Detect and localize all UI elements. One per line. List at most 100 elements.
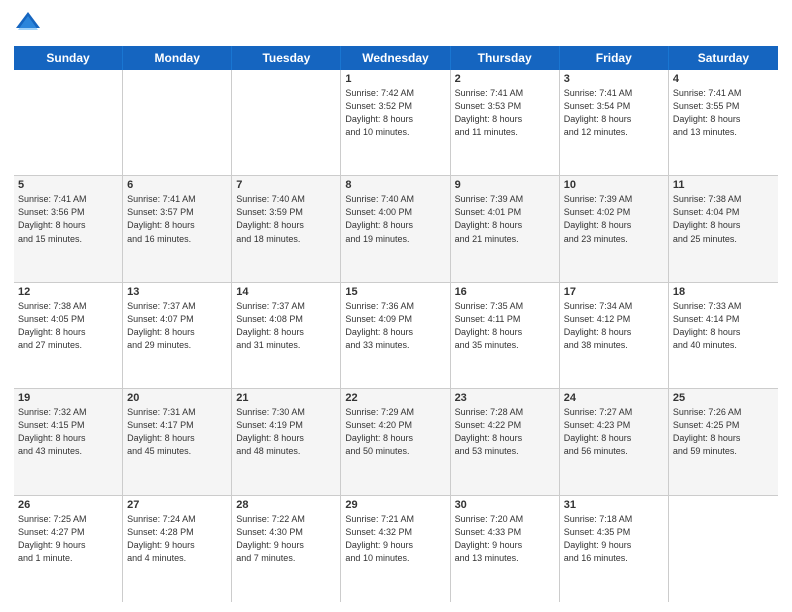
day-info: Sunrise: 7:18 AM Sunset: 4:35 PM Dayligh… [564,513,664,565]
day-info: Sunrise: 7:20 AM Sunset: 4:33 PM Dayligh… [455,513,555,565]
day-number: 29 [345,499,445,511]
calendar: SundayMondayTuesdayWednesdayThursdayFrid… [14,46,778,602]
day-number: 22 [345,392,445,404]
calendar-week-4: 19 Sunrise: 7:32 AM Sunset: 4:15 PM Dayli… [14,389,778,495]
calendar-cell: 8 Sunrise: 7:40 AM Sunset: 4:00 PM Daylig… [341,176,450,281]
day-info: Sunrise: 7:40 AM Sunset: 4:00 PM Dayligh… [345,193,445,245]
day-number: 14 [236,286,336,298]
day-number: 21 [236,392,336,404]
calendar-cell: 2Sunrise: 7:41 AM Sunset: 3:53 PM Daylig… [451,70,560,175]
day-number: 4 [673,73,774,85]
day-info: Sunrise: 7:25 AM Sunset: 4:27 PM Dayligh… [18,513,118,565]
day-number: 12 [18,286,118,298]
day-info: Sunrise: 7:29 AM Sunset: 4:20 PM Dayligh… [345,406,445,458]
header-day-tuesday: Tuesday [232,46,341,70]
day-number: 23 [455,392,555,404]
header-day-monday: Monday [123,46,232,70]
calendar-cell: 27Sunrise: 7:24 AM Sunset: 4:28 PM Dayli… [123,496,232,602]
calendar-cell: 18 Sunrise: 7:33 AM Sunset: 4:14 PM Dayli… [669,283,778,388]
calendar-cell: 12Sunrise: 7:38 AM Sunset: 4:05 PM Dayli… [14,283,123,388]
day-number: 31 [564,499,664,511]
calendar-cell: 11 Sunrise: 7:38 AM Sunset: 4:04 PM Dayli… [669,176,778,281]
calendar-cell: 4 Sunrise: 7:41 AM Sunset: 3:55 PM Daylig… [669,70,778,175]
day-number: 19 [18,392,118,404]
day-number: 28 [236,499,336,511]
day-info: Sunrise: 7:28 AM Sunset: 4:22 PM Dayligh… [455,406,555,458]
calendar-cell: 17 Sunrise: 7:34 AM Sunset: 4:12 PM Dayli… [560,283,669,388]
calendar-cell: 10 Sunrise: 7:39 AM Sunset: 4:02 PM Dayli… [560,176,669,281]
day-info: Sunrise: 7:42 AM Sunset: 3:52 PM Dayligh… [345,87,445,139]
day-info: Sunrise: 7:32 AM Sunset: 4:15 PM Dayligh… [18,406,118,458]
calendar-cell: 6Sunrise: 7:41 AM Sunset: 3:57 PM Daylig… [123,176,232,281]
day-info: Sunrise: 7:36 AM Sunset: 4:09 PM Dayligh… [345,300,445,352]
day-number: 17 [564,286,664,298]
header-day-wednesday: Wednesday [341,46,450,70]
day-number: 30 [455,499,555,511]
calendar-cell: 9 Sunrise: 7:39 AM Sunset: 4:01 PM Daylig… [451,176,560,281]
day-number: 13 [127,286,227,298]
calendar-week-5: 26 Sunrise: 7:25 AM Sunset: 4:27 PM Dayli… [14,496,778,602]
calendar-cell [14,70,123,175]
day-number: 5 [18,179,118,191]
day-number: 15 [345,286,445,298]
day-info: Sunrise: 7:31 AM Sunset: 4:17 PM Dayligh… [127,406,227,458]
day-info: Sunrise: 7:37 AM Sunset: 4:07 PM Dayligh… [127,300,227,352]
calendar-cell: 19 Sunrise: 7:32 AM Sunset: 4:15 PM Dayli… [14,389,123,494]
calendar-cell: 31 Sunrise: 7:18 AM Sunset: 4:35 PM Dayli… [560,496,669,602]
day-number: 10 [564,179,664,191]
day-info: Sunrise: 7:26 AM Sunset: 4:25 PM Dayligh… [673,406,774,458]
day-number: 11 [673,179,774,191]
day-info: Sunrise: 7:27 AM Sunset: 4:23 PM Dayligh… [564,406,664,458]
calendar-cell: 28Sunrise: 7:22 AM Sunset: 4:30 PM Dayli… [232,496,341,602]
calendar-cell: 22 Sunrise: 7:29 AM Sunset: 4:20 PM Dayli… [341,389,450,494]
calendar-cell: 16 Sunrise: 7:35 AM Sunset: 4:11 PM Dayli… [451,283,560,388]
day-info: Sunrise: 7:37 AM Sunset: 4:08 PM Dayligh… [236,300,336,352]
calendar-cell: 5 Sunrise: 7:41 AM Sunset: 3:56 PM Daylig… [14,176,123,281]
calendar-cell: 29 Sunrise: 7:21 AM Sunset: 4:32 PM Dayli… [341,496,450,602]
day-info: Sunrise: 7:41 AM Sunset: 3:56 PM Dayligh… [18,193,118,245]
day-info: Sunrise: 7:39 AM Sunset: 4:02 PM Dayligh… [564,193,664,245]
day-number: 2 [455,73,555,85]
calendar-cell: 15 Sunrise: 7:36 AM Sunset: 4:09 PM Dayli… [341,283,450,388]
day-info: Sunrise: 7:33 AM Sunset: 4:14 PM Dayligh… [673,300,774,352]
calendar-cell: 13 Sunrise: 7:37 AM Sunset: 4:07 PM Dayli… [123,283,232,388]
calendar-cell: 30 Sunrise: 7:20 AM Sunset: 4:33 PM Dayli… [451,496,560,602]
header-day-friday: Friday [560,46,669,70]
day-info: Sunrise: 7:39 AM Sunset: 4:01 PM Dayligh… [455,193,555,245]
day-number: 3 [564,73,664,85]
day-info: Sunrise: 7:41 AM Sunset: 3:54 PM Dayligh… [564,87,664,139]
calendar-cell: 7 Sunrise: 7:40 AM Sunset: 3:59 PM Daylig… [232,176,341,281]
day-number: 9 [455,179,555,191]
day-number: 27 [127,499,227,511]
day-info: Sunrise: 7:35 AM Sunset: 4:11 PM Dayligh… [455,300,555,352]
calendar-cell: 14 Sunrise: 7:37 AM Sunset: 4:08 PM Dayli… [232,283,341,388]
day-info: Sunrise: 7:40 AM Sunset: 3:59 PM Dayligh… [236,193,336,245]
logo-icon [14,10,42,38]
calendar-cell: 26 Sunrise: 7:25 AM Sunset: 4:27 PM Dayli… [14,496,123,602]
day-info: Sunrise: 7:41 AM Sunset: 3:55 PM Dayligh… [673,87,774,139]
day-info: Sunrise: 7:41 AM Sunset: 3:57 PM Dayligh… [127,193,227,245]
day-number: 8 [345,179,445,191]
calendar-week-2: 5 Sunrise: 7:41 AM Sunset: 3:56 PM Daylig… [14,176,778,282]
day-info: Sunrise: 7:21 AM Sunset: 4:32 PM Dayligh… [345,513,445,565]
calendar-cell: 21 Sunrise: 7:30 AM Sunset: 4:19 PM Dayli… [232,389,341,494]
calendar-cell: 20Sunrise: 7:31 AM Sunset: 4:17 PM Dayli… [123,389,232,494]
day-number: 26 [18,499,118,511]
day-info: Sunrise: 7:38 AM Sunset: 4:04 PM Dayligh… [673,193,774,245]
day-number: 7 [236,179,336,191]
day-number: 24 [564,392,664,404]
calendar-cell: 1Sunrise: 7:42 AM Sunset: 3:52 PM Daylig… [341,70,450,175]
calendar-body: 1Sunrise: 7:42 AM Sunset: 3:52 PM Daylig… [14,70,778,602]
page-header [14,10,778,38]
header-day-sunday: Sunday [14,46,123,70]
calendar-cell [669,496,778,602]
day-number: 16 [455,286,555,298]
calendar-cell [232,70,341,175]
calendar-cell: 24 Sunrise: 7:27 AM Sunset: 4:23 PM Dayli… [560,389,669,494]
day-number: 18 [673,286,774,298]
calendar-header: SundayMondayTuesdayWednesdayThursdayFrid… [14,46,778,70]
day-info: Sunrise: 7:30 AM Sunset: 4:19 PM Dayligh… [236,406,336,458]
day-info: Sunrise: 7:34 AM Sunset: 4:12 PM Dayligh… [564,300,664,352]
calendar-week-3: 12Sunrise: 7:38 AM Sunset: 4:05 PM Dayli… [14,283,778,389]
day-number: 25 [673,392,774,404]
